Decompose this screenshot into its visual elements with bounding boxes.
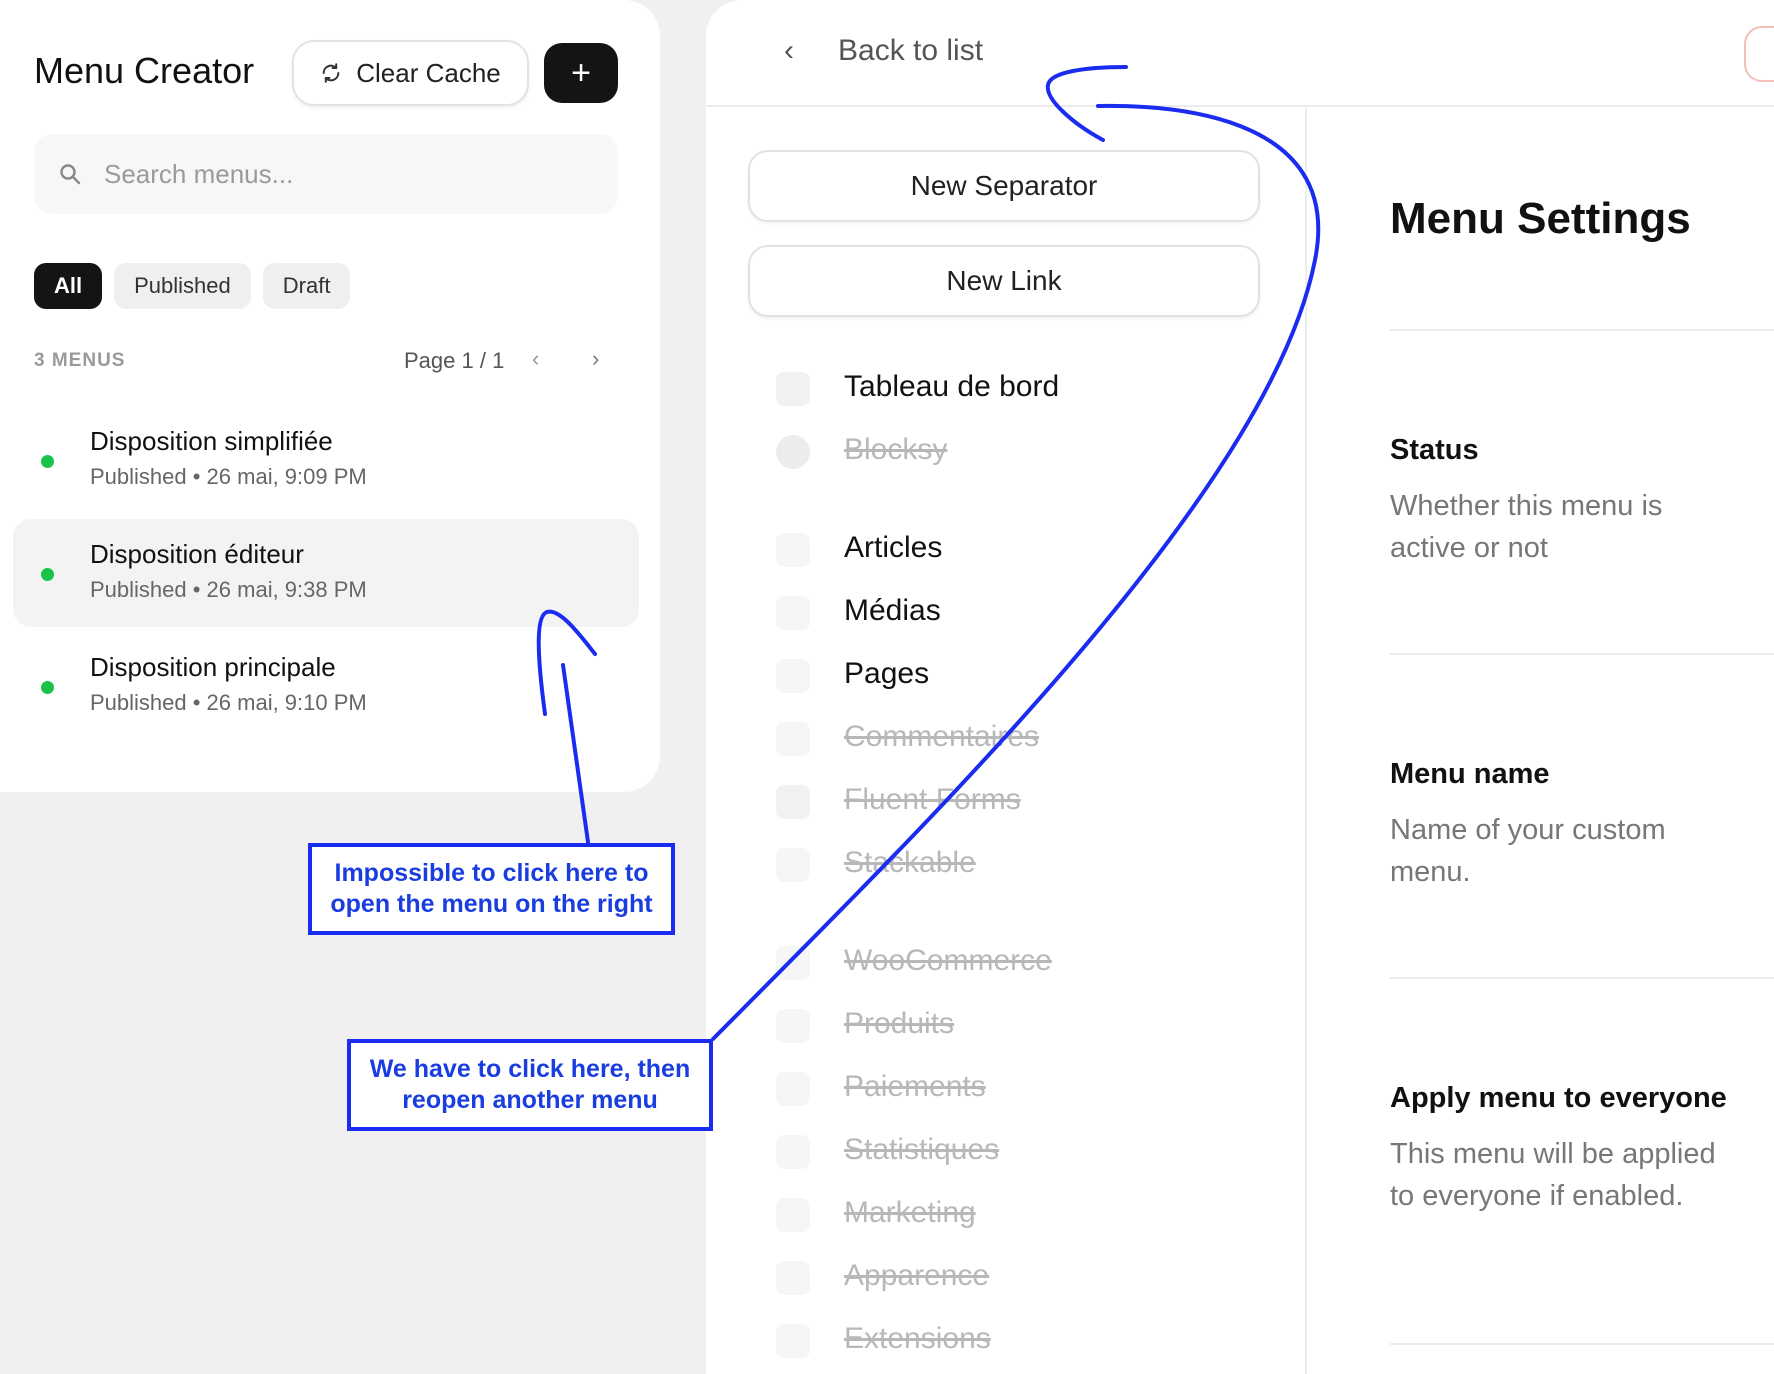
menu-item[interactable]: Commentaires — [776, 718, 1256, 758]
section-divider — [1390, 329, 1774, 331]
comment-icon — [776, 722, 810, 756]
menu-count: 3 MENUS — [34, 350, 126, 371]
menu-item[interactable]: Paiements — [776, 1068, 1256, 1108]
section-heading: Status — [1390, 434, 1479, 466]
section-heading: Menu name — [1390, 758, 1550, 790]
menu-list-panel: Menu Creator Clear Cache + All Published… — [0, 0, 660, 792]
clear-cache-label: Clear Cache — [356, 57, 501, 88]
menu-name: Disposition éditeur — [90, 539, 304, 569]
menu-item[interactable]: Articles — [776, 529, 1256, 569]
menu-row[interactable]: Disposition simplifiée Published • 26 ma… — [13, 406, 639, 514]
prev-page-button[interactable]: ‹ — [532, 346, 539, 372]
menu-item[interactable]: Produits — [776, 1005, 1256, 1045]
editor-header: ‹ Back to list — [706, 0, 1774, 107]
section-divider — [1390, 1343, 1774, 1345]
search-input[interactable] — [104, 158, 584, 190]
menu-item[interactable]: Pages — [776, 655, 1256, 695]
menu-item-label: WooCommerce — [844, 944, 1052, 977]
filter-tabs: All Published Draft — [34, 263, 351, 309]
section-description: Whether this menu is active or not — [1390, 490, 1663, 564]
search-box — [34, 134, 618, 214]
form-icon — [776, 785, 810, 819]
chevron-left-icon[interactable]: ‹ — [784, 34, 794, 68]
page-indicator: Page 1 / 1 — [404, 348, 505, 373]
blocksy-icon — [776, 435, 810, 469]
document-icon — [776, 533, 810, 567]
image-icon — [776, 596, 810, 630]
section-divider — [1390, 653, 1774, 655]
annotation-note-2: We have to click here, then reopen anoth… — [347, 1039, 713, 1131]
search-icon — [60, 164, 81, 185]
marketing-icon — [776, 1198, 810, 1232]
menu-name: Disposition principale — [90, 652, 336, 682]
menu-list: Disposition simplifiée Published • 26 ma… — [13, 406, 639, 745]
annotation-note-1: Impossible to click here to open the men… — [308, 843, 675, 935]
woocommerce-icon — [776, 946, 810, 980]
back-to-list-link[interactable]: Back to list — [838, 34, 983, 68]
menu-item-label: Pages — [844, 657, 930, 690]
panel-title: Menu Creator — [34, 50, 255, 91]
menu-item[interactable]: Apparence — [776, 1257, 1256, 1297]
menu-item-label: Articles — [844, 531, 943, 564]
menu-item-label: Stackable — [844, 846, 976, 879]
menu-meta: Published • 26 mai, 9:09 PM — [90, 464, 367, 489]
menu-item-label: Produits — [844, 1007, 955, 1040]
menu-item-label: Blocksy — [844, 433, 948, 466]
published-status-dot — [41, 568, 54, 581]
menu-item-label: Médias — [844, 594, 941, 627]
product-icon — [776, 1009, 810, 1043]
chart-icon — [776, 1135, 810, 1169]
section-divider — [1390, 977, 1774, 979]
page-icon — [776, 659, 810, 693]
menu-item-label: Tableau de bord — [844, 370, 1060, 403]
menu-item-label: Apparence — [844, 1259, 990, 1292]
published-status-dot — [41, 455, 54, 468]
menu-item[interactable]: Stackable — [776, 844, 1256, 884]
refresh-icon — [322, 63, 340, 83]
payment-icon — [776, 1072, 810, 1106]
add-menu-button[interactable]: + — [544, 43, 618, 103]
menu-editor-panel: ‹ Back to list New Separator New Link Ta… — [706, 0, 1774, 1374]
menu-item-label: Marketing — [844, 1196, 976, 1229]
menu-meta: Published • 26 mai, 9:10 PM — [90, 690, 367, 715]
menu-item-label: Paiements — [844, 1070, 986, 1103]
menu-item-label: Statistiques — [844, 1133, 1000, 1166]
menu-item-label: Commentaires — [844, 720, 1040, 753]
filter-all[interactable]: All — [34, 263, 103, 309]
menu-item-label: Extensions — [844, 1322, 991, 1355]
filter-published[interactable]: Published — [114, 263, 251, 309]
brush-icon — [776, 1261, 810, 1295]
column-divider — [1305, 107, 1307, 1374]
delete-button[interactable] — [1744, 26, 1774, 82]
menu-item[interactable]: Médias — [776, 592, 1256, 632]
new-link-button[interactable]: New Link — [748, 245, 1260, 317]
new-separator-button[interactable]: New Separator — [748, 150, 1260, 222]
clear-cache-button[interactable]: Clear Cache — [292, 40, 529, 106]
next-page-button[interactable]: › — [592, 346, 599, 372]
section-description: Name of your custom menu. — [1390, 814, 1666, 888]
section-heading: Apply menu to everyone — [1390, 1082, 1727, 1114]
plugin-icon — [776, 1324, 810, 1358]
menu-item[interactable]: Extensions — [776, 1320, 1256, 1360]
menu-item[interactable]: Blocksy — [776, 431, 1256, 471]
menu-row[interactable]: Disposition principale Published • 26 ma… — [13, 632, 639, 740]
menu-item-label: Fluent Forms — [844, 783, 1021, 816]
menu-item[interactable]: Tableau de bord — [776, 368, 1256, 408]
menu-item[interactable]: Statistiques — [776, 1131, 1256, 1171]
menu-item[interactable]: Marketing — [776, 1194, 1256, 1234]
settings-title: Menu Settings — [1390, 194, 1691, 243]
menu-item[interactable]: Fluent Forms — [776, 781, 1256, 821]
dashboard-icon — [776, 372, 810, 406]
section-description: This menu will be applied to everyone if… — [1390, 1138, 1716, 1212]
plus-icon: + — [571, 53, 591, 92]
published-status-dot — [41, 681, 54, 694]
menu-name: Disposition simplifiée — [90, 426, 333, 456]
stackable-icon — [776, 848, 810, 882]
menu-row[interactable]: Disposition éditeur Published • 26 mai, … — [13, 519, 639, 627]
filter-draft[interactable]: Draft — [262, 263, 351, 309]
menu-item[interactable]: WooCommerce — [776, 942, 1256, 982]
menu-meta: Published • 26 mai, 9:38 PM — [90, 577, 367, 602]
